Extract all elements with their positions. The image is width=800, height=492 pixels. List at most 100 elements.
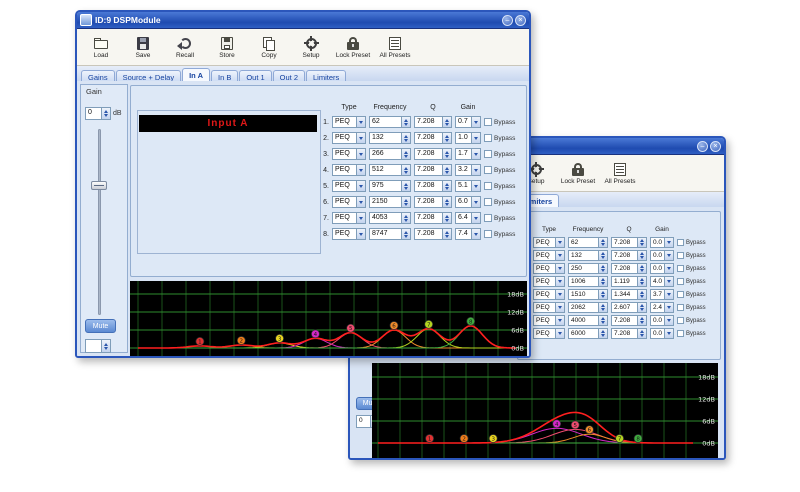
spinner-arrows-icon[interactable] [401, 229, 410, 239]
filter-type-select[interactable]: PEQ [332, 132, 366, 144]
frequency-spinner[interactable]: 8747 [369, 228, 411, 240]
bypass-control[interactable]: Bypass [484, 166, 515, 174]
chevron-down-icon[interactable] [356, 149, 365, 159]
spinner-arrows-icon[interactable] [401, 197, 410, 207]
bypass-control[interactable]: Bypass [484, 230, 515, 238]
chevron-down-icon[interactable] [356, 181, 365, 191]
spinner-arrows-icon[interactable] [598, 303, 607, 312]
frequency-spinner[interactable]: 1510 [568, 289, 608, 300]
q-spinner[interactable]: 7.208 [414, 212, 452, 224]
spinner-arrows-icon[interactable] [401, 165, 410, 175]
frequency-spinner[interactable]: 266 [369, 148, 411, 160]
filter-type-select[interactable]: PEQ [332, 196, 366, 208]
gain-select[interactable]: 0.0 [650, 250, 674, 261]
dsp-window-primary[interactable]: ID:9 DSPModule – × Load Save Recall Stor… [75, 10, 531, 358]
spinner-arrows-icon[interactable] [401, 181, 410, 191]
spinner-arrows-icon[interactable] [442, 229, 451, 239]
chevron-down-icon[interactable] [555, 303, 564, 312]
q-spinner[interactable]: 7.208 [414, 132, 452, 144]
bypass-checkbox[interactable] [484, 166, 492, 174]
spinner-arrows-icon[interactable] [401, 149, 410, 159]
gain-select[interactable]: 6.0 [455, 196, 481, 208]
gain-select[interactable]: 0.0 [650, 237, 674, 248]
bypass-checkbox[interactable] [677, 265, 684, 272]
spinner-arrows-icon[interactable] [637, 303, 646, 312]
bypass-control[interactable]: Bypass [677, 317, 706, 324]
bypass-checkbox[interactable] [677, 304, 684, 311]
chevron-down-icon[interactable] [664, 264, 673, 273]
bypass-control[interactable]: Bypass [677, 291, 706, 298]
q-spinner[interactable]: 7.208 [414, 148, 452, 160]
gain-select[interactable]: 5.1 [455, 180, 481, 192]
spinner-arrows-icon[interactable] [598, 290, 607, 299]
bypass-control[interactable]: Bypass [677, 265, 706, 272]
toolbar-setup-button[interactable]: Setup [291, 36, 331, 59]
spinner-arrows-icon[interactable] [598, 264, 607, 273]
gain-select[interactable]: 3.7 [650, 289, 674, 300]
bypass-control[interactable]: Bypass [484, 134, 515, 142]
spinner-arrows-icon[interactable] [442, 213, 451, 223]
bypass-checkbox[interactable] [677, 317, 684, 324]
bypass-checkbox[interactable] [484, 230, 492, 238]
filter-type-select[interactable]: PEQ [332, 148, 366, 160]
q-spinner[interactable]: 1.344 [611, 289, 647, 300]
frequency-spinner[interactable]: 512 [369, 164, 411, 176]
frequency-spinner[interactable]: 132 [369, 132, 411, 144]
bypass-checkbox[interactable] [484, 118, 492, 126]
q-spinner[interactable]: 7.208 [414, 228, 452, 240]
filter-type-select[interactable]: PEQ [533, 328, 565, 339]
bypass-checkbox[interactable] [677, 278, 684, 285]
bypass-checkbox[interactable] [677, 330, 684, 337]
chevron-down-icon[interactable] [471, 213, 480, 223]
spinner-arrows-icon[interactable] [101, 340, 110, 352]
filter-type-select[interactable]: PEQ [533, 289, 565, 300]
spinner-arrows-icon[interactable] [637, 316, 646, 325]
toolbar-all-presets-button[interactable]: All Presets [375, 36, 415, 59]
frequency-spinner[interactable]: 2150 [369, 196, 411, 208]
spinner-arrows-icon[interactable] [442, 133, 451, 143]
chevron-down-icon[interactable] [356, 197, 365, 207]
q-spinner[interactable]: 1.119 [611, 276, 647, 287]
toolbar-copy-button[interactable]: Copy [249, 36, 289, 59]
toolbar-all-presets-button[interactable]: All Presets [600, 162, 640, 185]
chevron-down-icon[interactable] [555, 264, 564, 273]
toolbar-store-button[interactable]: Store [207, 36, 247, 59]
frequency-spinner[interactable]: 1006 [568, 276, 608, 287]
filter-type-select[interactable]: PEQ [332, 116, 366, 128]
q-spinner[interactable]: 2.607 [611, 302, 647, 313]
spinner-arrows-icon[interactable] [442, 181, 451, 191]
gain-select[interactable]: 1.7 [455, 148, 481, 160]
spinner-arrows-icon[interactable] [401, 213, 410, 223]
spinner-arrows-icon[interactable] [442, 149, 451, 159]
secondary-spinner[interactable] [85, 339, 111, 353]
q-spinner[interactable]: 7.208 [414, 116, 452, 128]
frequency-spinner[interactable]: 6000 [568, 328, 608, 339]
toolbar-lock-preset-button[interactable]: Lock Preset [333, 36, 373, 59]
spinner-arrows-icon[interactable] [401, 117, 410, 127]
q-spinner[interactable]: 7.208 [611, 328, 647, 339]
filter-type-select[interactable]: PEQ [332, 228, 366, 240]
filter-type-select[interactable]: PEQ [332, 212, 366, 224]
q-spinner[interactable]: 7.208 [414, 180, 452, 192]
mute-button[interactable]: Mute [85, 319, 116, 333]
spinner-arrows-icon[interactable] [442, 197, 451, 207]
toolbar-load-button[interactable]: Load [81, 36, 121, 59]
gain-spinner[interactable]: 0 [85, 107, 111, 120]
gain-select[interactable]: 0.7 [455, 116, 481, 128]
chevron-down-icon[interactable] [555, 277, 564, 286]
chevron-down-icon[interactable] [356, 133, 365, 143]
frequency-spinner[interactable]: 4000 [568, 315, 608, 326]
chevron-down-icon[interactable] [356, 117, 365, 127]
gain-select[interactable]: 6.4 [455, 212, 481, 224]
chevron-down-icon[interactable] [471, 149, 480, 159]
chevron-down-icon[interactable] [471, 229, 480, 239]
gain-select[interactable]: 0.0 [650, 263, 674, 274]
spinner-arrows-icon[interactable] [598, 316, 607, 325]
chevron-down-icon[interactable] [471, 181, 480, 191]
minimize-button[interactable]: – [502, 15, 513, 26]
filter-type-select[interactable]: PEQ [533, 276, 565, 287]
chevron-down-icon[interactable] [664, 303, 673, 312]
chevron-down-icon[interactable] [471, 117, 480, 127]
filter-type-select[interactable]: PEQ [533, 237, 565, 248]
chevron-down-icon[interactable] [664, 329, 673, 338]
